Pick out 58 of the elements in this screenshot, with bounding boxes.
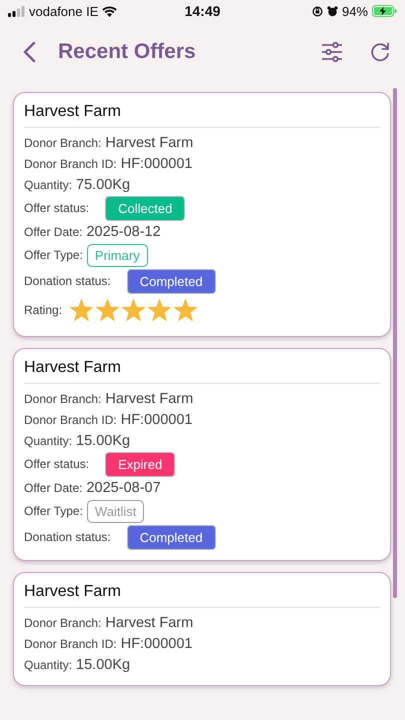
card-title: Harvest Farm [24,102,122,122]
signal-icon [8,6,25,16]
status-badge: Completed [126,524,216,550]
field-label: Offer Date: [24,224,82,238]
star-icon [173,298,198,322]
field-value: 2025-08-07 [86,480,161,496]
field-label: Offer Type: [24,248,83,262]
offer-card[interactable]: Harvest Farm Donor Branch: Harvest Farm Donor Branch ID: HF:000001 Quantity: 15.00Kg Offer status: Expired Offer Date: 2025-08-07 Offer Type: Waitlist Donation status: Completed [13,348,391,561]
status-badge: Expired [105,452,176,476]
field-label: Donor Branch ID: [24,636,117,650]
field-value: Harvest Farm [105,614,194,630]
type-tag: Primary [86,244,148,266]
field-label: Offer Type: [24,504,83,518]
rotation-lock-icon [312,6,323,16]
star-icon [147,298,172,322]
carrier-name: vodafone IE [29,4,98,18]
field-label: Donation status: [24,274,111,288]
scrollbar[interactable] [393,88,397,598]
status-badge: Completed [126,268,216,294]
back-icon[interactable] [22,41,36,63]
clock-time: 14:49 [184,3,220,19]
refresh-icon[interactable] [369,41,391,63]
field-label: Offer status: [24,201,90,215]
field-label: Donor Branch: [24,392,102,406]
filter-icon[interactable] [321,42,343,62]
field-label: Quantity: [24,434,72,448]
field-value: 2025-08-12 [86,224,161,240]
status-badge: Collected [105,196,186,220]
page-title: Recent Offers [58,40,197,64]
field-label: Quantity: [24,658,72,672]
offer-card[interactable]: Harvest Farm Donor Branch: Harvest Farm Donor Branch ID: HF:000001 Quantity: 75.00Kg Offer status: Collected Offer Date: 2025-08-12 Offer Type: Primary Donation status: Completed Rating: [13,92,391,337]
field-label: Offer Date: [24,480,82,494]
battery-percent: 94% [342,4,368,18]
field-label: Quantity: [24,178,72,192]
field-label: Donor Branch: [24,136,102,150]
field-value: Harvest Farm [105,134,194,150]
star-icon [95,298,120,322]
wifi-icon [102,6,118,16]
type-tag: Waitlist [86,500,144,522]
field-label: Donation status: [24,530,111,544]
field-value: 15.00Kg [76,432,130,448]
field-label: Donor Branch: [24,616,102,630]
field-label: Donor Branch ID: [24,412,117,426]
star-icon [121,298,146,322]
field-value: HF:000001 [120,156,192,172]
field-label: Rating: [24,303,62,317]
battery-charging-icon [372,5,397,17]
field-value: Harvest Farm [105,390,194,406]
field-value: 75.00Kg [76,176,130,192]
star-icon [69,298,94,322]
field-label: Donor Branch ID: [24,156,117,170]
card-title: Harvest Farm [24,582,122,602]
field-value: HF:000001 [120,412,192,428]
field-value: 15.00Kg [76,656,130,672]
field-value: HF:000001 [120,636,192,652]
field-label: Offer status: [24,457,90,471]
offer-card[interactable]: Harvest Farm Donor Branch: Harvest Farm Donor Branch ID: HF:000001 Quantity: 15.00Kg [13,572,391,686]
card-title: Harvest Farm [24,358,122,378]
